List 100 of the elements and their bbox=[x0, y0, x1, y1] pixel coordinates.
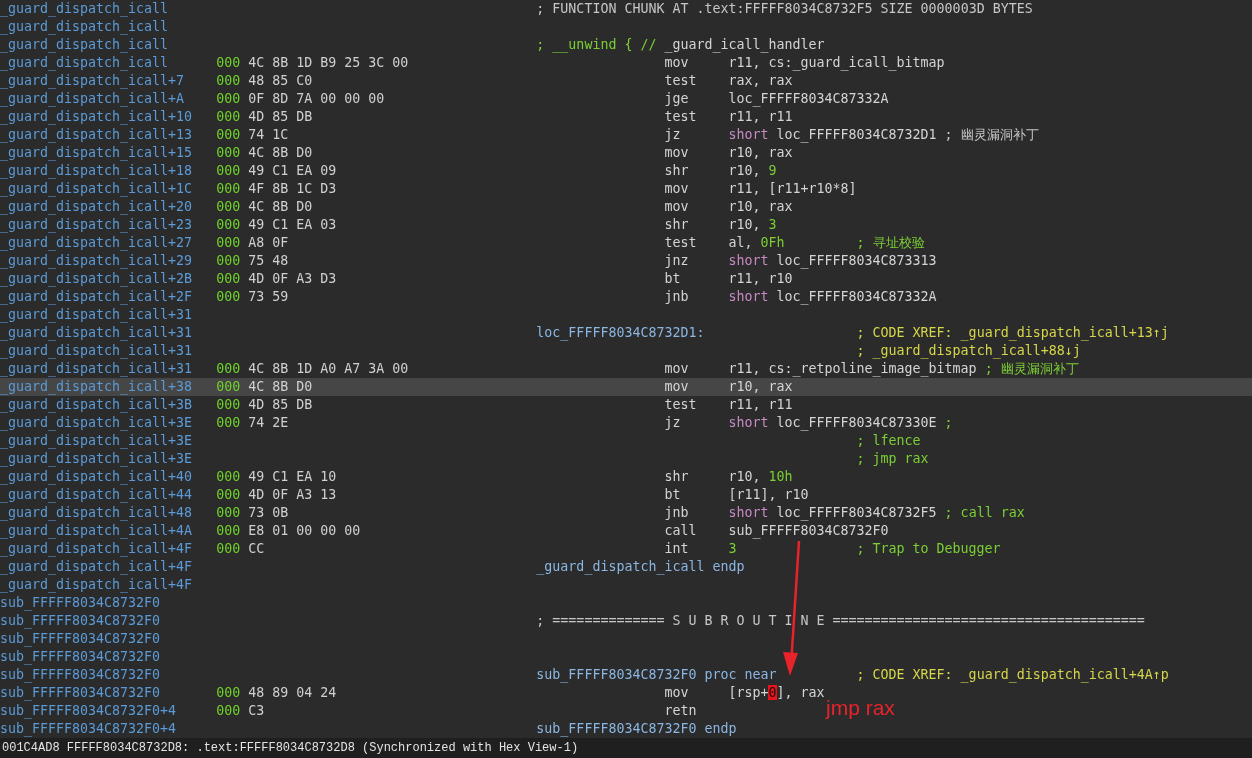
stack-depth: 000 bbox=[216, 145, 241, 160]
stack-depth: 000 bbox=[216, 541, 241, 556]
address-label: sub_FFFFF8034C8732F0 bbox=[0, 667, 161, 682]
code-comment: ; jmp rax bbox=[856, 450, 929, 468]
code-label: _guard_dispatch_icall endp bbox=[536, 559, 745, 574]
instruction-mnemonic: int bbox=[664, 541, 689, 556]
opcode-bytes: 49 C1 EA 03 bbox=[248, 217, 337, 232]
address-label: sub_FFFFF8034C8732F0 bbox=[0, 613, 161, 628]
opcode-bytes: 0F 8D 7A 00 00 00 bbox=[248, 91, 385, 106]
opcode-bytes: 48 89 04 24 bbox=[248, 685, 337, 700]
code-comment: ; bbox=[944, 414, 953, 432]
address-label: _guard_dispatch_icall+3E bbox=[0, 451, 193, 466]
instruction-operands: short loc_FFFFF8034C873313 bbox=[728, 253, 937, 268]
instruction-operands: r11, cs:_retpoline_image_bitmap bbox=[728, 361, 977, 376]
opcode-bytes: 4C 8B 1D A0 A7 3A 00 bbox=[248, 361, 409, 376]
opcode-bytes: 49 C1 EA 09 bbox=[248, 163, 337, 178]
code-comment: ; Trap to Debugger bbox=[856, 540, 1001, 558]
instruction-mnemonic: shr bbox=[664, 217, 689, 232]
instruction-operands: r11, r11 bbox=[728, 397, 793, 412]
stack-depth: 000 bbox=[216, 127, 241, 142]
opcode-bytes: E8 01 00 00 00 bbox=[248, 523, 361, 538]
instruction-mnemonic: mov bbox=[664, 379, 689, 394]
instruction-operands: r10, 9 bbox=[728, 163, 777, 178]
stack-depth: 000 bbox=[216, 469, 241, 484]
address-label: _guard_dispatch_icall+44 bbox=[0, 487, 193, 502]
stack-depth: 000 bbox=[216, 181, 241, 196]
opcode-bytes: 4C 8B D0 bbox=[248, 145, 313, 160]
instruction-operands: [rsp+0], rax bbox=[728, 685, 825, 700]
instruction-mnemonic: mov bbox=[664, 685, 689, 700]
instruction-mnemonic: test bbox=[664, 73, 697, 88]
stack-depth: 000 bbox=[216, 163, 241, 178]
instruction-operands: short loc_FFFFF8034C8732F5 bbox=[728, 505, 937, 520]
instruction-mnemonic: mov bbox=[664, 55, 689, 70]
instruction-operands: r10, 3 bbox=[728, 217, 777, 232]
address-label: _guard_dispatch_icall+1C bbox=[0, 181, 193, 196]
instruction-mnemonic: jnb bbox=[664, 505, 689, 520]
code-comment: ; lfence bbox=[856, 432, 921, 450]
code-comment: ; __unwind { // _guard_icall_handler bbox=[536, 37, 825, 52]
instruction-operands: r10, rax bbox=[728, 145, 793, 160]
address-label: _guard_dispatch_icall bbox=[0, 55, 169, 70]
instruction-mnemonic: jz bbox=[664, 127, 681, 142]
code-label: sub_FFFFF8034C8732F0 endp bbox=[536, 721, 737, 736]
address-label: _guard_dispatch_icall+13 bbox=[0, 127, 193, 142]
code-label: sub_FFFFF8034C8732F0 proc near bbox=[536, 667, 777, 682]
opcode-bytes: 75 48 bbox=[248, 253, 289, 268]
instruction-mnemonic: call bbox=[664, 523, 697, 538]
instruction-mnemonic: bt bbox=[664, 487, 681, 502]
instruction-mnemonic: jz bbox=[664, 415, 681, 430]
instruction-mnemonic: shr bbox=[664, 469, 689, 484]
instruction-operands: short loc_FFFFF8034C87332A bbox=[728, 289, 937, 304]
opcode-bytes: 73 59 bbox=[248, 289, 289, 304]
address-label: _guard_dispatch_icall+18 bbox=[0, 163, 193, 178]
opcode-bytes: 4D 85 DB bbox=[248, 397, 313, 412]
instruction-mnemonic: test bbox=[664, 109, 697, 124]
address-label: sub_FFFFF8034C8732F0 bbox=[0, 595, 161, 610]
code-comment: ; FUNCTION CHUNK AT .text:FFFFF8034C8732F5 SIZE 0000003D BYTES bbox=[536, 1, 1033, 16]
address-label: sub_FFFFF8034C8732F0 bbox=[0, 649, 161, 664]
address-label: _guard_dispatch_icall bbox=[0, 19, 169, 34]
stack-depth: 000 bbox=[216, 199, 241, 214]
instruction-operands: 3 bbox=[728, 541, 737, 556]
instruction-operands: sub_FFFFF8034C8732F0 bbox=[728, 523, 889, 538]
address-label: _guard_dispatch_icall+20 bbox=[0, 199, 193, 214]
code-comment: ; ============== S U B R O U T I N E ======================================= bbox=[536, 613, 1145, 628]
opcode-bytes: CC bbox=[248, 541, 265, 556]
opcode-bytes: C3 bbox=[248, 703, 265, 718]
opcode-bytes: 4C 8B D0 bbox=[248, 199, 313, 214]
code-comment: ; call rax bbox=[944, 504, 1025, 522]
instruction-mnemonic: jnz bbox=[664, 253, 689, 268]
instruction-mnemonic: mov bbox=[664, 145, 689, 160]
address-label: _guard_dispatch_icall+7 bbox=[0, 73, 185, 88]
stack-depth: 000 bbox=[216, 703, 241, 718]
opcode-bytes: 4F 8B 1C D3 bbox=[248, 181, 337, 196]
stack-depth: 000 bbox=[216, 289, 241, 304]
opcode-bytes: 74 1C bbox=[248, 127, 289, 142]
instruction-operands: short loc_FFFFF8034C87330E bbox=[728, 415, 937, 430]
address-label: _guard_dispatch_icall+38 bbox=[0, 379, 193, 394]
opcode-bytes: 4C 8B 1D B9 25 3C 00 bbox=[248, 55, 409, 70]
xref-comment: ; CODE XREF: _guard_dispatch_icall+13↑j bbox=[856, 324, 1169, 342]
address-label: _guard_dispatch_icall+31 bbox=[0, 361, 193, 376]
code-label: loc_FFFFF8034C8732D1: bbox=[536, 325, 705, 340]
stack-depth: 000 bbox=[216, 379, 241, 394]
stack-depth: 000 bbox=[216, 91, 241, 106]
stack-depth: 000 bbox=[216, 415, 241, 430]
instruction-operands: r10, rax bbox=[728, 199, 793, 214]
stack-depth: 000 bbox=[216, 55, 241, 70]
address-label: _guard_dispatch_icall+2B bbox=[0, 271, 193, 286]
address-label: _guard_dispatch_icall+40 bbox=[0, 469, 193, 484]
instruction-mnemonic: mov bbox=[664, 199, 689, 214]
code-comment: ; 幽灵漏洞补丁 bbox=[944, 126, 1039, 144]
instruction-mnemonic: bt bbox=[664, 271, 681, 286]
stack-depth: 000 bbox=[216, 685, 241, 700]
address-label: _guard_dispatch_icall+2F bbox=[0, 289, 193, 304]
instruction-mnemonic: shr bbox=[664, 163, 689, 178]
address-label: _guard_dispatch_icall+27 bbox=[0, 235, 193, 250]
instruction-operands: r10, 10h bbox=[728, 469, 793, 484]
address-label: _guard_dispatch_icall+3E bbox=[0, 433, 193, 448]
stack-depth: 000 bbox=[216, 73, 241, 88]
address-label: _guard_dispatch_icall+29 bbox=[0, 253, 193, 268]
address-label: _guard_dispatch_icall+3E bbox=[0, 415, 193, 430]
instruction-mnemonic: test bbox=[664, 235, 697, 250]
